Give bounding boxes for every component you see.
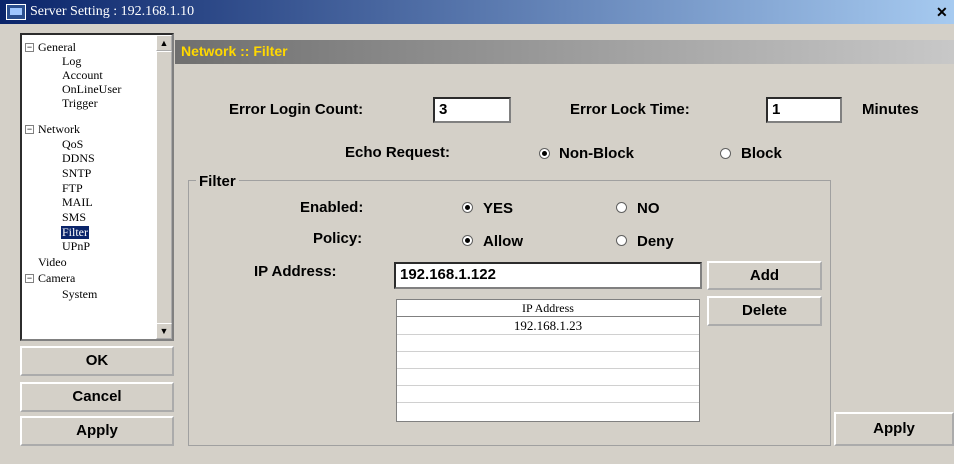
tree-item-onlineuser[interactable]: OnLineUser [62,83,121,96]
enabled-no-radio[interactable] [616,202,627,213]
row-divider [397,402,699,403]
scroll-up-icon[interactable]: ▲ [156,35,172,51]
ok-button[interactable]: OK [20,346,174,376]
tree-item-general[interactable]: General [38,41,76,54]
tree-item-filter[interactable]: Filter [61,226,89,239]
cancel-button[interactable]: Cancel [20,382,174,412]
tree-item-sms[interactable]: SMS [62,211,86,224]
error-login-count-label: Error Login Count: [229,101,364,118]
tree-item-system[interactable]: System [62,288,97,301]
scroll-down-icon[interactable]: ▼ [156,323,172,339]
tree-item-network[interactable]: Network [38,123,80,136]
tree-item-camera[interactable]: Camera [38,272,75,285]
error-lock-time-input[interactable]: 1 [766,97,842,123]
error-login-count-input[interactable]: 3 [433,97,511,123]
error-lock-time-label: Error Lock Time: [570,101,690,118]
collapse-network-icon[interactable]: − [25,125,34,134]
echo-request-label: Echo Request: [345,144,451,161]
tree-item-ddns[interactable]: DDNS [62,152,95,165]
tree-item-ftp[interactable]: FTP [62,182,83,195]
app-icon [6,4,26,20]
enabled-label: Enabled: [300,199,364,216]
policy-label: Policy: [313,230,363,247]
tree-item-sntp[interactable]: SNTP [62,167,91,180]
tree-item-trigger[interactable]: Trigger [62,97,98,110]
row-divider [397,368,699,369]
tree-item-upnp[interactable]: UPnP [62,240,90,253]
row-divider [397,351,699,352]
echo-block-label[interactable]: Block [741,145,782,162]
ip-address-input[interactable]: 192.168.1.122 [394,262,702,289]
policy-allow-radio[interactable] [462,235,473,246]
row-divider [397,334,699,335]
ip-address-label: IP Address: [254,263,337,280]
collapse-camera-icon[interactable]: − [25,274,34,283]
apply-button-right[interactable]: Apply [834,412,954,446]
tree-scrollbar[interactable]: ▲ ▼ [156,35,172,339]
section-header: Network :: Filter [175,40,954,64]
minutes-label: Minutes [862,101,919,118]
delete-button[interactable]: Delete [707,296,822,326]
tree-item-log[interactable]: Log [62,55,81,68]
settings-tree: − General Log Account OnLineUser Trigger… [20,33,174,341]
echo-nonblock-radio[interactable] [539,148,550,159]
echo-block-radio[interactable] [720,148,731,159]
ip-address-table: IP Address 192.168.1.23 [396,299,700,422]
policy-deny-radio[interactable] [616,235,627,246]
tree-item-mail[interactable]: MAIL [62,196,93,209]
close-icon[interactable]: ✕ [936,3,954,21]
row-divider [397,385,699,386]
policy-allow-label[interactable]: Allow [483,233,523,250]
filter-group-label: Filter [196,173,239,190]
tree-item-qos[interactable]: QoS [62,138,83,151]
table-row[interactable]: 192.168.1.23 [397,318,699,334]
scroll-thumb[interactable] [156,51,172,325]
apply-button-left[interactable]: Apply [20,416,174,446]
section-title: Network :: Filter [181,43,288,59]
tree-item-account[interactable]: Account [62,69,103,82]
collapse-general-icon[interactable]: − [25,43,34,52]
add-button[interactable]: Add [707,261,822,290]
enabled-yes-radio[interactable] [462,202,473,213]
enabled-no-label[interactable]: NO [637,200,660,217]
echo-nonblock-label[interactable]: Non-Block [559,145,634,162]
tree-item-video[interactable]: Video [38,256,67,269]
enabled-yes-label[interactable]: YES [483,200,513,217]
window-title: Server Setting : 192.168.1.10 [30,4,195,19]
policy-deny-label[interactable]: Deny [637,233,674,250]
ip-table-header[interactable]: IP Address [397,300,699,317]
title-bar: Server Setting : 192.168.1.10 ✕ [0,0,954,24]
